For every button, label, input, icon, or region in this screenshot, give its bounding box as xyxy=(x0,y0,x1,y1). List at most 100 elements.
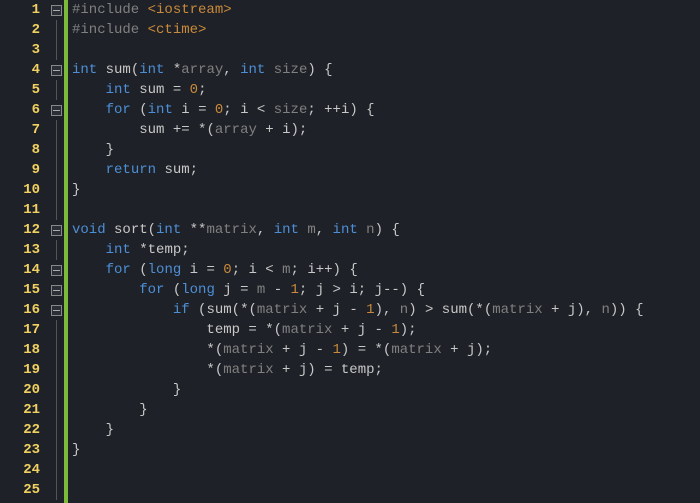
code-line[interactable]: for (long i = 0; i < m; i++) { xyxy=(72,260,700,280)
fold-guide xyxy=(48,20,64,40)
line-number[interactable]: 12 xyxy=(0,220,40,240)
fold-guide xyxy=(48,460,64,480)
code-line[interactable] xyxy=(72,40,700,60)
line-number-gutter[interactable]: 1234567891011121314151617181920212223242… xyxy=(0,0,48,503)
code-line[interactable]: } xyxy=(72,140,700,160)
token-op: ; xyxy=(223,102,240,118)
code-line[interactable] xyxy=(72,480,700,500)
code-line[interactable]: if (sum(*(matrix + j - 1), n) > sum(*(ma… xyxy=(72,300,700,320)
line-number[interactable]: 8 xyxy=(0,140,40,160)
token-op xyxy=(173,102,181,118)
code-line[interactable]: int *temp; xyxy=(72,240,700,260)
code-line[interactable]: } xyxy=(72,180,700,200)
line-number[interactable]: 16 xyxy=(0,300,40,320)
fold-column[interactable] xyxy=(48,0,64,503)
token-op xyxy=(358,222,366,238)
fold-toggle[interactable] xyxy=(48,60,64,80)
code-line[interactable]: return sum; xyxy=(72,160,700,180)
line-number[interactable]: 25 xyxy=(0,480,40,500)
token-id: sum xyxy=(139,82,164,98)
code-line[interactable] xyxy=(72,200,700,220)
line-number[interactable]: 23 xyxy=(0,440,40,460)
code-line[interactable]: for (long j = m - 1; j > i; j--) { xyxy=(72,280,700,300)
line-number[interactable]: 10 xyxy=(0,180,40,200)
collapse-icon[interactable] xyxy=(51,285,62,296)
collapse-icon[interactable] xyxy=(51,105,62,116)
token-op: < xyxy=(249,102,274,118)
token-var: matrix xyxy=(257,302,307,318)
line-number[interactable]: 14 xyxy=(0,260,40,280)
token-var: array xyxy=(181,62,223,78)
fold-guide xyxy=(48,360,64,380)
fold-guide xyxy=(48,160,64,180)
token-op: + xyxy=(543,302,568,318)
line-number[interactable]: 17 xyxy=(0,320,40,340)
fold-toggle[interactable] xyxy=(48,300,64,320)
token-op: } xyxy=(72,142,114,158)
fold-guide xyxy=(48,340,64,360)
fold-toggle[interactable] xyxy=(48,260,64,280)
code-line[interactable]: } xyxy=(72,420,700,440)
collapse-icon[interactable] xyxy=(51,265,62,276)
code-area[interactable]: #include <iostream>#include <ctime> int … xyxy=(68,0,700,503)
code-line[interactable]: sum += *(array + i); xyxy=(72,120,700,140)
line-number[interactable]: 9 xyxy=(0,160,40,180)
code-line[interactable] xyxy=(72,460,700,480)
token-pre: #include xyxy=(72,22,148,38)
code-line[interactable]: } xyxy=(72,380,700,400)
fold-toggle[interactable] xyxy=(48,100,64,120)
code-line[interactable]: *(matrix + j - 1) = *(matrix + j); xyxy=(72,340,700,360)
token-op: --) { xyxy=(383,282,425,298)
code-line[interactable]: } xyxy=(72,440,700,460)
token-op: *( xyxy=(72,362,223,378)
token-num: 1 xyxy=(291,282,299,298)
code-line[interactable]: #include <ctime> xyxy=(72,20,700,40)
token-var: n xyxy=(602,302,610,318)
line-number[interactable]: 13 xyxy=(0,240,40,260)
line-number[interactable]: 7 xyxy=(0,120,40,140)
collapse-icon[interactable] xyxy=(51,65,62,76)
code-line[interactable]: void sort(int **matrix, int m, int n) { xyxy=(72,220,700,240)
fold-guide-line xyxy=(56,40,57,60)
fold-toggle[interactable] xyxy=(48,0,64,20)
token-op: ) > xyxy=(408,302,442,318)
line-number[interactable]: 20 xyxy=(0,380,40,400)
line-number[interactable]: 19 xyxy=(0,360,40,380)
line-number[interactable]: 6 xyxy=(0,100,40,120)
code-line[interactable]: #include <iostream> xyxy=(72,0,700,20)
line-number[interactable]: 11 xyxy=(0,200,40,220)
token-typ: long xyxy=(148,262,182,278)
line-number[interactable]: 21 xyxy=(0,400,40,420)
token-op: } xyxy=(72,402,148,418)
collapse-icon[interactable] xyxy=(51,305,62,316)
line-number[interactable]: 3 xyxy=(0,40,40,60)
fold-guide-line xyxy=(56,400,57,420)
code-line[interactable]: int sum = 0; xyxy=(72,80,700,100)
line-number[interactable]: 18 xyxy=(0,340,40,360)
token-id: temp xyxy=(148,242,182,258)
collapse-icon[interactable] xyxy=(51,5,62,16)
token-op: + xyxy=(274,342,299,358)
line-number[interactable]: 2 xyxy=(0,20,40,40)
token-op: - xyxy=(366,322,391,338)
code-line[interactable]: int sum(int *array, int size) { xyxy=(72,60,700,80)
collapse-icon[interactable] xyxy=(51,225,62,236)
line-number[interactable]: 24 xyxy=(0,460,40,480)
token-op xyxy=(72,162,106,178)
code-line[interactable]: temp = *(matrix + j - 1); xyxy=(72,320,700,340)
token-op: , xyxy=(257,222,274,238)
code-line[interactable]: *(matrix + j) = temp; xyxy=(72,360,700,380)
line-number[interactable]: 5 xyxy=(0,80,40,100)
line-number[interactable]: 1 xyxy=(0,0,40,20)
line-number[interactable]: 4 xyxy=(0,60,40,80)
code-line[interactable]: } xyxy=(72,400,700,420)
line-number[interactable]: 15 xyxy=(0,280,40,300)
token-op: + xyxy=(332,322,357,338)
code-line[interactable]: for (int i = 0; i < size; ++i) { xyxy=(72,100,700,120)
line-number[interactable]: 22 xyxy=(0,420,40,440)
fold-toggle[interactable] xyxy=(48,220,64,240)
token-kw: if xyxy=(173,302,190,318)
token-var: n xyxy=(400,302,408,318)
fold-toggle[interactable] xyxy=(48,280,64,300)
token-op: ; xyxy=(375,362,383,378)
